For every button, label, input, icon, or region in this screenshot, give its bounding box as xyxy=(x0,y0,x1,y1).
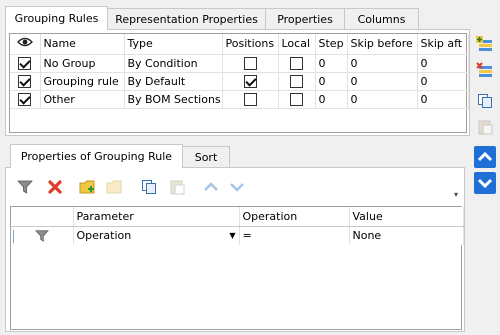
rule-name-cell[interactable]: No Group xyxy=(40,54,125,73)
tab-label: Properties xyxy=(277,13,333,26)
table-row[interactable]: Grouping rule By Default 0 0 0 xyxy=(10,72,469,91)
value-cell[interactable]: None xyxy=(349,226,464,245)
add-folder-icon xyxy=(79,180,95,194)
tab-label: Properties of Grouping Rule xyxy=(20,150,173,163)
local-checkbox[interactable] xyxy=(290,92,303,106)
positions-column-header[interactable]: Positions xyxy=(222,34,279,55)
tab-label: Sort xyxy=(194,151,218,164)
bottom-tab-bar: Properties of Grouping Rule Sort xyxy=(10,144,230,168)
step-cell[interactable]: 0 xyxy=(315,72,348,91)
tab-representation-properties[interactable]: Representation Properties xyxy=(107,8,266,30)
type-column-header[interactable]: Type xyxy=(124,34,223,55)
rule-name-cell[interactable]: Other xyxy=(40,90,125,109)
visibility-column-header[interactable] xyxy=(10,34,41,55)
table-row[interactable]: Operation ▼ = None xyxy=(11,226,464,245)
visible-checkbox[interactable] xyxy=(18,92,32,106)
step-cell[interactable]: 0 xyxy=(315,54,348,73)
copy-icon xyxy=(142,180,156,194)
add-folder-button[interactable] xyxy=(79,178,97,196)
move-down-icon xyxy=(474,172,496,194)
copy-icon xyxy=(478,94,492,108)
tab-label: Columns xyxy=(357,13,406,26)
toolbar-overflow-icon[interactable]: ▾ xyxy=(454,190,458,199)
skip-before-cell[interactable]: 0 xyxy=(347,54,418,73)
step-cell[interactable]: 0 xyxy=(315,90,348,109)
filter-button[interactable] xyxy=(16,178,34,196)
chevron-down-icon[interactable]: ▼ xyxy=(229,231,235,240)
table-row[interactable]: Other By BOM Sections 0 0 0 xyxy=(10,90,469,109)
delete-icon xyxy=(48,180,62,194)
grouping-rules-panel: Name Type Positions Local Step Skip befo… xyxy=(5,29,470,136)
local-checkbox[interactable] xyxy=(290,56,303,70)
tab-properties-of-grouping-rule[interactable]: Properties of Grouping Rule xyxy=(10,144,183,168)
delete-rule-icon xyxy=(476,62,492,77)
paste-icon xyxy=(478,120,493,135)
move-up-icon xyxy=(204,182,218,191)
add-rule-button[interactable] xyxy=(474,34,496,56)
paste-rule-button[interactable] xyxy=(474,116,496,138)
table-row[interactable]: No Group By Condition 0 0 0 xyxy=(10,54,469,73)
positions-checkbox[interactable] xyxy=(243,92,257,106)
row-indicator-header xyxy=(11,207,74,227)
step-column-header[interactable]: Step xyxy=(315,34,348,55)
parameter-dropdown[interactable]: Operation ▼ xyxy=(73,226,240,245)
local-checkbox[interactable] xyxy=(290,74,303,88)
delete-button[interactable] xyxy=(46,178,64,196)
filter-icon xyxy=(34,230,49,242)
paste-icon xyxy=(170,180,185,195)
tab-label: Representation Properties xyxy=(115,13,258,26)
move-up-button[interactable] xyxy=(474,146,496,168)
skip-after-column-header[interactable]: Skip aft xyxy=(417,34,469,55)
rule-type-cell[interactable]: By Condition xyxy=(124,54,223,73)
visible-checkbox[interactable] xyxy=(18,74,32,88)
move-param-up-button[interactable] xyxy=(202,178,220,196)
filter-icon xyxy=(17,180,33,194)
move-down-button[interactable] xyxy=(474,172,496,194)
tab-properties[interactable]: Properties xyxy=(265,8,345,30)
eye-icon xyxy=(16,38,33,47)
name-column-header[interactable]: Name xyxy=(40,34,125,55)
tab-grouping-rules[interactable]: Grouping Rules xyxy=(5,6,108,30)
move-down-icon xyxy=(230,183,244,192)
skip-before-column-header[interactable]: Skip before xyxy=(347,34,418,55)
skip-before-cell[interactable]: 0 xyxy=(347,72,418,91)
delete-rule-button[interactable] xyxy=(474,60,496,82)
row-focus-marker xyxy=(13,229,14,243)
tab-label: Grouping Rules xyxy=(14,12,99,25)
tab-columns[interactable]: Columns xyxy=(344,8,419,30)
skip-after-cell[interactable]: 0 xyxy=(417,54,469,73)
grid-header-row: Name Type Positions Local Step Skip befo… xyxy=(10,34,469,55)
rule-type-cell[interactable]: By Default xyxy=(124,72,223,91)
copy-rule-button[interactable] xyxy=(474,90,496,112)
copy-button[interactable] xyxy=(140,178,158,196)
move-up-icon xyxy=(474,146,496,168)
folder-button[interactable] xyxy=(106,178,124,196)
operation-column-header[interactable]: Operation xyxy=(239,207,350,227)
move-param-down-button[interactable] xyxy=(228,178,246,196)
skip-before-cell[interactable]: 0 xyxy=(347,90,418,109)
folder-icon xyxy=(106,180,122,194)
top-tab-bar: Grouping Rules Representation Properties… xyxy=(5,6,419,30)
operation-cell[interactable]: = xyxy=(239,226,350,245)
rule-name-cell[interactable]: Grouping rule xyxy=(40,72,125,91)
local-column-header[interactable]: Local xyxy=(278,34,316,55)
positions-checkbox[interactable] xyxy=(243,74,257,88)
add-rule-icon xyxy=(476,36,492,51)
rule-properties-panel: ▾ Parameter Operation Value Operation ▼ … xyxy=(5,167,465,332)
visible-checkbox[interactable] xyxy=(18,56,32,70)
grid-header-row: Parameter Operation Value xyxy=(11,207,464,227)
tab-sort[interactable]: Sort xyxy=(182,146,230,168)
positions-checkbox[interactable] xyxy=(243,56,257,70)
parameter-column-header[interactable]: Parameter xyxy=(73,207,240,227)
grouping-rules-grid: Name Type Positions Local Step Skip befo… xyxy=(9,33,469,133)
rule-type-cell[interactable]: By BOM Sections xyxy=(124,90,223,109)
skip-after-cell[interactable]: 0 xyxy=(417,90,469,109)
parameter-value: Operation xyxy=(76,229,132,243)
paste-button[interactable] xyxy=(168,178,186,196)
rule-parameters-grid: Parameter Operation Value Operation ▼ = xyxy=(10,206,464,330)
skip-after-cell[interactable]: 0 xyxy=(417,72,469,91)
value-column-header[interactable]: Value xyxy=(349,207,464,227)
